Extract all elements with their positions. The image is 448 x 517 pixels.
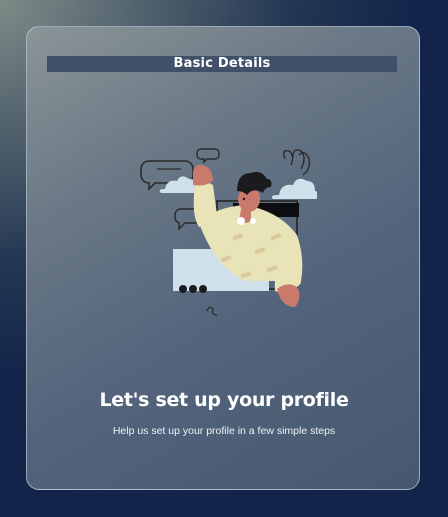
title-bar: Basic Details — [47, 56, 397, 72]
ellipsis-dots-icon — [179, 285, 207, 293]
waving-hand — [193, 164, 213, 186]
scribble-decoration — [282, 149, 311, 176]
page-title: Basic Details — [173, 56, 271, 71]
onboarding-heading: Let's set up your profile — [99, 389, 349, 411]
window-light-dot — [237, 217, 245, 225]
window-light-dot-2 — [250, 218, 256, 224]
resting-hand — [277, 284, 300, 307]
cloud-right-icon — [271, 178, 317, 199]
onboarding-subheading: Help us set up your profile in a few sim… — [112, 425, 336, 437]
person-waving-illustration — [140, 148, 317, 316]
scribble-bottom — [206, 306, 218, 316]
onboarding-card: Basic Details Let's set up your profile … — [26, 26, 420, 490]
small-bubble-icon — [196, 148, 220, 164]
person-eye — [242, 197, 246, 201]
